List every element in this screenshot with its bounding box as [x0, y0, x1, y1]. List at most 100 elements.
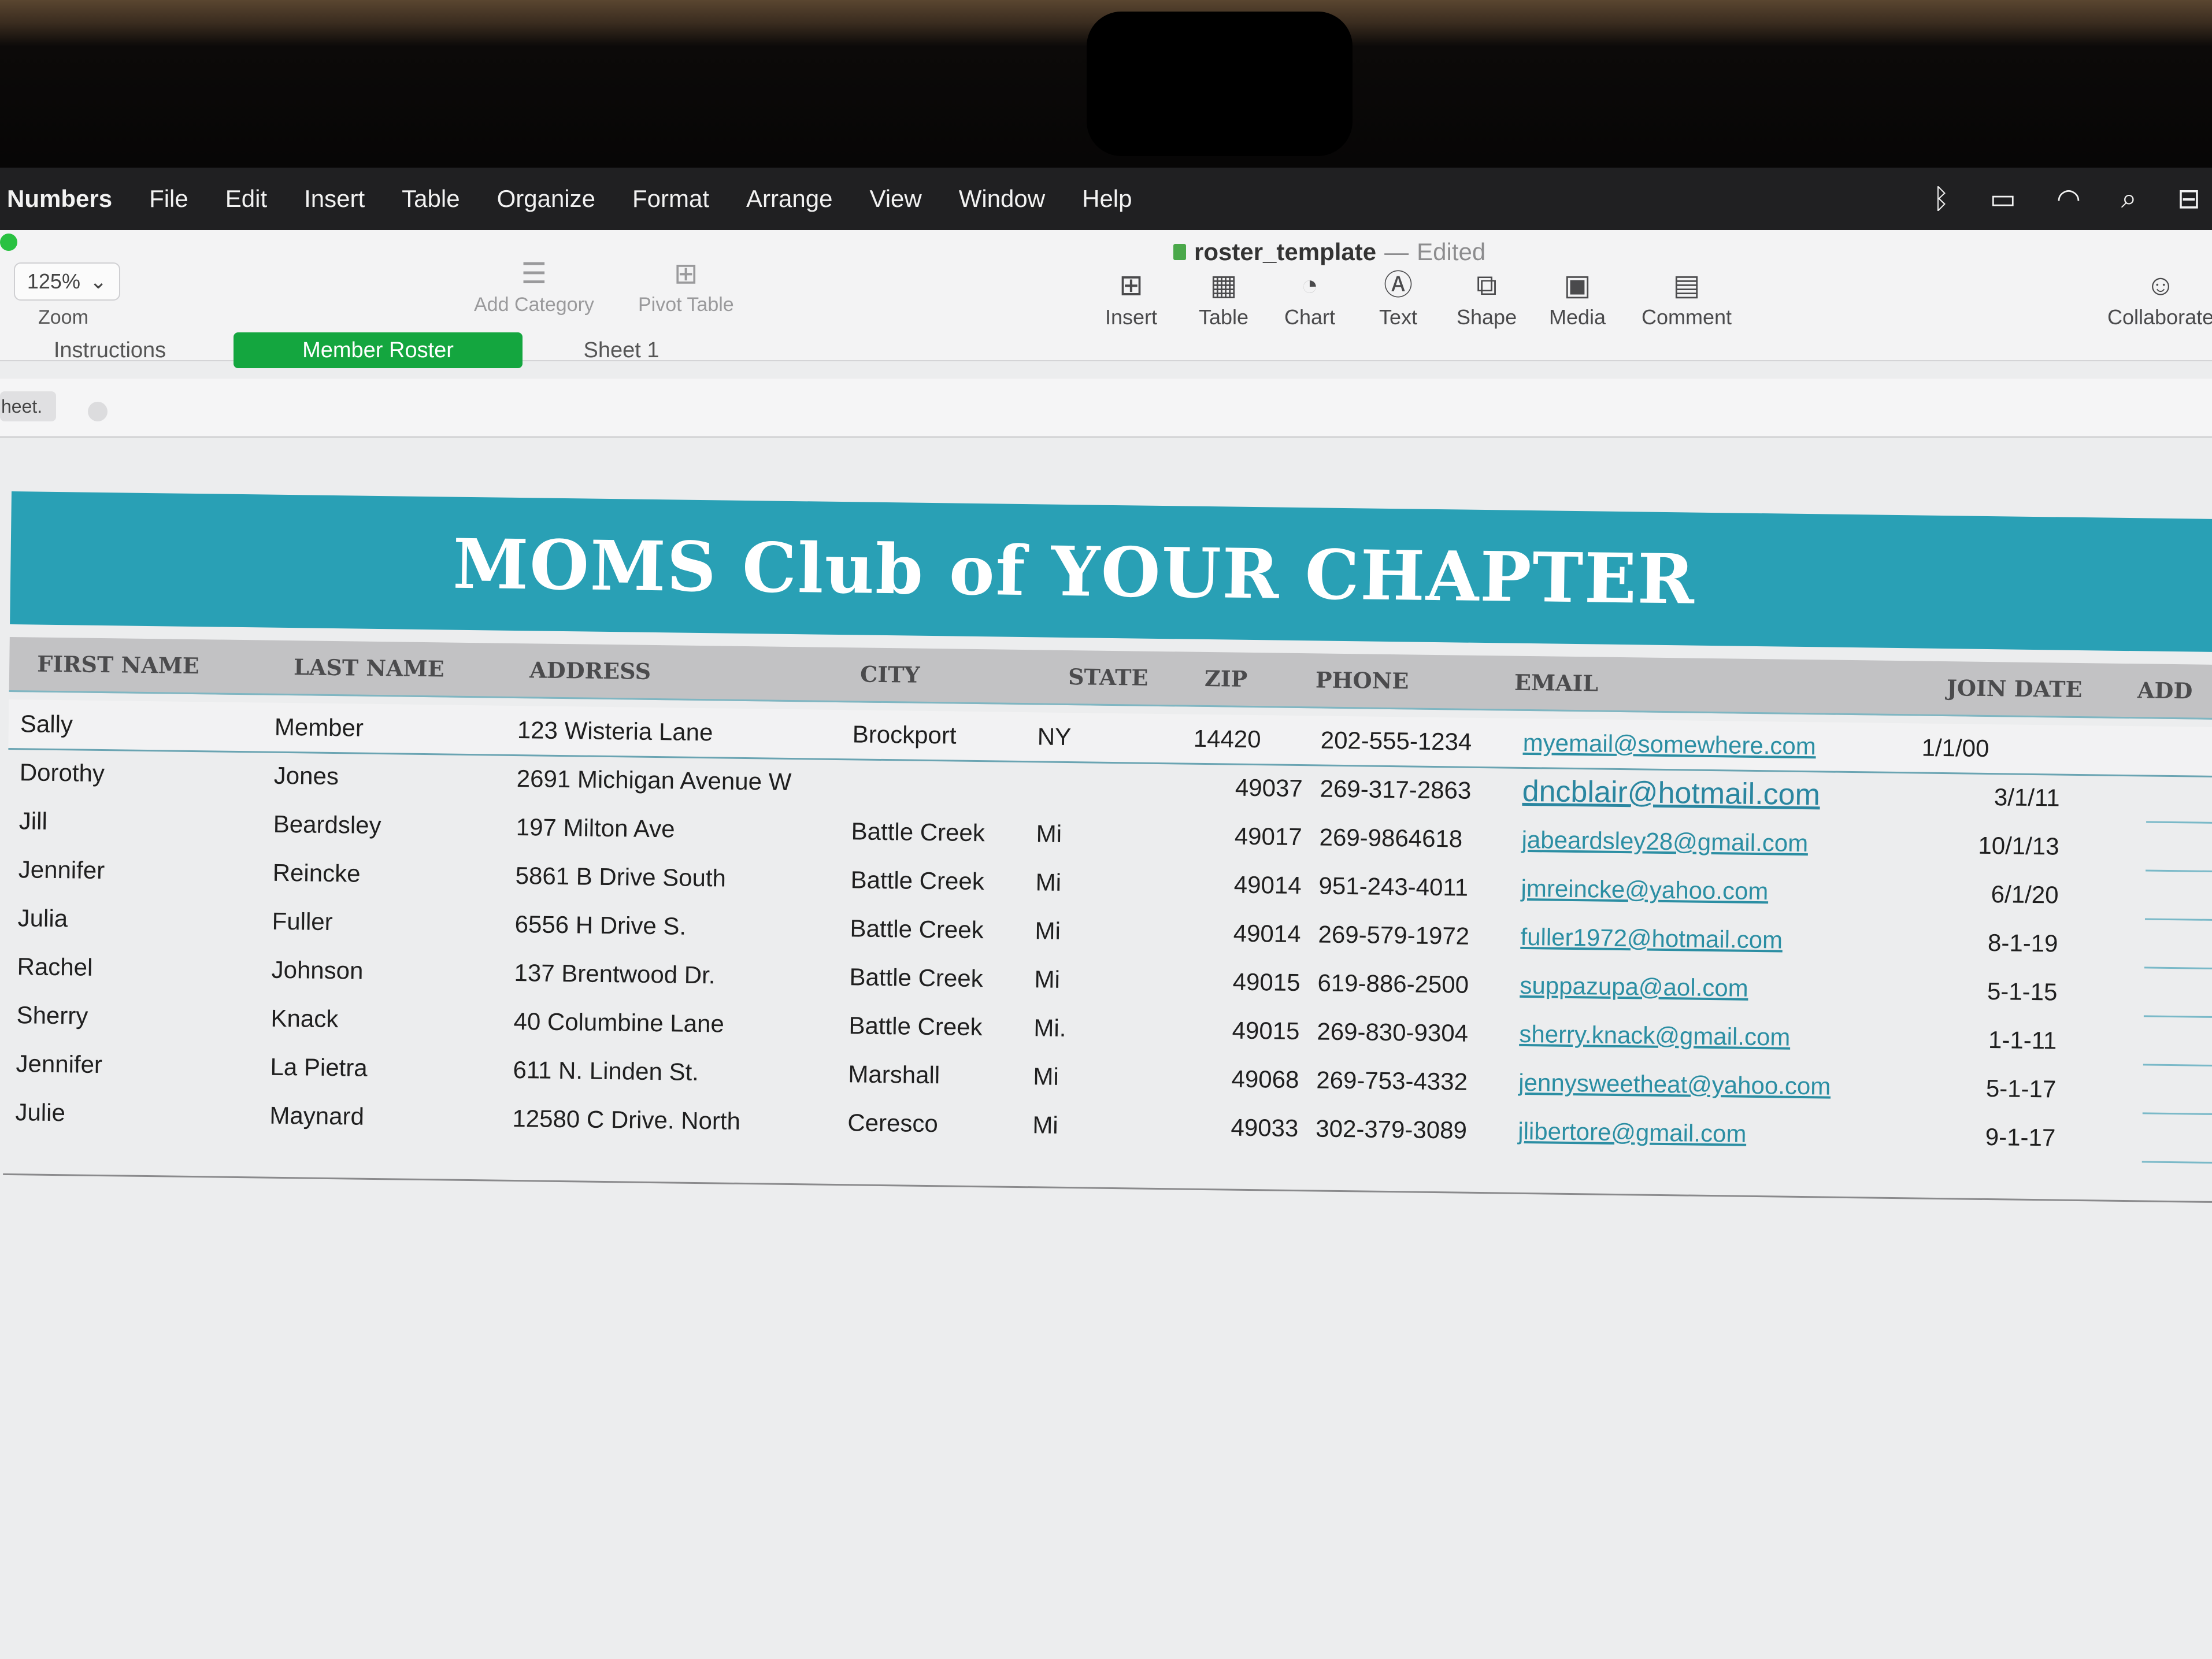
chart-button[interactable]: ◔ Chart: [1284, 265, 1335, 329]
cell-state[interactable]: Mi: [1033, 1052, 1149, 1102]
menu-table[interactable]: Table: [383, 185, 478, 213]
cell-phone[interactable]: 269-9864618: [1319, 813, 1505, 864]
menu-arrange[interactable]: Arrange: [728, 185, 851, 213]
cell-join-date[interactable]: 3/1/11: [1921, 772, 2060, 823]
cell-state[interactable]: Mi: [1034, 955, 1150, 1005]
menu-insert[interactable]: Insert: [286, 185, 383, 213]
cell-first-name[interactable]: Sherry: [16, 991, 225, 1042]
menu-format[interactable]: Format: [614, 185, 728, 213]
tab-instructions[interactable]: Instructions: [23, 332, 197, 368]
cell-email[interactable]: jennysweetheat@yahoo.com: [1518, 1058, 1912, 1112]
cell-state[interactable]: Mi: [1035, 906, 1151, 957]
app-menu[interactable]: Numbers: [0, 185, 131, 213]
pivot-table-button[interactable]: ⊞ Pivot Table: [638, 253, 734, 316]
cell-city[interactable]: Battle Creek: [850, 856, 1024, 906]
cell-join-date[interactable]: 1/1/00: [1921, 724, 2061, 774]
cell-city[interactable]: Battle Creek: [849, 1001, 1022, 1052]
bluetooth-icon[interactable]: ᛒ: [1933, 183, 1950, 215]
cell-city[interactable]: Ceresco: [847, 1098, 1021, 1149]
cell-email[interactable]: fuller1972@hotmail.com: [1520, 913, 1914, 966]
cell-join-date[interactable]: 5-1-17: [1917, 1064, 2057, 1114]
cell-zip[interactable]: 49037: [1192, 763, 1303, 813]
comment-button[interactable]: ▤ Comment: [1642, 265, 1732, 329]
header-city[interactable]: CITY: [860, 647, 921, 701]
cell-join-date[interactable]: 5-1-15: [1918, 966, 2058, 1017]
cell-first-name[interactable]: Jill: [18, 797, 227, 848]
cell-zip[interactable]: 49015: [1190, 957, 1300, 1007]
cell-phone[interactable]: 619-886-2500: [1317, 958, 1503, 1009]
cell-city[interactable]: Battle Creek: [850, 904, 1024, 955]
menu-view[interactable]: View: [851, 185, 940, 213]
menu-edit[interactable]: Edit: [207, 185, 286, 213]
cell-state[interactable]: Mi: [1035, 858, 1151, 908]
cell-city[interactable]: Battle Creek: [851, 807, 1025, 858]
wifi-icon[interactable]: ◠: [2057, 183, 2081, 215]
cell-last-name[interactable]: Johnson: [271, 946, 491, 997]
hint-tag[interactable]: heet.: [0, 391, 56, 421]
cell-phone[interactable]: 269-579-1972: [1318, 910, 1503, 961]
cell-last-name[interactable]: Beardsley: [273, 800, 493, 851]
add-category-button[interactable]: ☰ Add Category: [474, 253, 594, 316]
cell-zip[interactable]: 49033: [1188, 1103, 1299, 1153]
cell-first-name[interactable]: Dorothy: [19, 748, 228, 799]
table-button[interactable]: ▦ Table: [1199, 265, 1248, 329]
media-button[interactable]: ▣ Media: [1549, 265, 1606, 329]
cell-address[interactable]: 137 Brentwood Dr.: [514, 949, 838, 1001]
cell-address[interactable]: 611 N. Linden St.: [513, 1046, 837, 1098]
cell-address[interactable]: 197 Milton Ave: [516, 803, 840, 856]
header-address-2[interactable]: ADD: [2137, 664, 2193, 717]
zoom-select[interactable]: 125% ⌄: [14, 262, 120, 301]
cell-email[interactable]: jlibertore@gmail.com: [1518, 1107, 1911, 1161]
cell-phone[interactable]: 202-555-1234: [1320, 716, 1506, 766]
cell-city[interactable]: Brockport: [852, 710, 1026, 761]
cell-last-name[interactable]: Member: [274, 703, 494, 754]
cell-join-date[interactable]: 8-1-19: [1919, 918, 2058, 968]
header-phone[interactable]: PHONE: [1315, 653, 1409, 708]
cell-phone[interactable]: 269-753-4332: [1316, 1056, 1502, 1106]
cell-city[interactable]: Marshall: [848, 1050, 1022, 1101]
cell-join-date[interactable]: 1-1-11: [1918, 1015, 2057, 1065]
cell-join-date[interactable]: 6/1/20: [1920, 869, 2059, 920]
menu-window[interactable]: Window: [940, 185, 1064, 213]
cell-first-name[interactable]: Rachel: [17, 942, 225, 994]
cell-state[interactable]: NY: [1037, 712, 1153, 762]
header-zip[interactable]: ZIP: [1205, 652, 1248, 706]
cell-email[interactable]: dncblair@hotmail.com: [1522, 767, 1915, 821]
window-zoom-button[interactable]: [0, 234, 17, 251]
cell-city[interactable]: Battle Creek: [849, 953, 1023, 1003]
cell-zip[interactable]: 49017: [1192, 812, 1302, 861]
cell-address[interactable]: 2691 Michigan Avenue W: [516, 754, 840, 807]
tab-sheet-1[interactable]: Sheet 1: [555, 332, 688, 368]
cell-email[interactable]: sherry.knack@gmail.com: [1519, 1010, 1913, 1064]
cell-email[interactable]: myemail@somewhere.com: [1522, 719, 1916, 772]
cell-zip[interactable]: 49068: [1189, 1054, 1299, 1104]
cell-state[interactable]: Mi: [1032, 1101, 1148, 1151]
cell-email[interactable]: jmreincke@yahoo.com: [1521, 864, 1914, 918]
cell-address[interactable]: 6556 H Drive S.: [514, 900, 839, 953]
cell-phone[interactable]: 302-379-3089: [1316, 1104, 1501, 1155]
cell-state[interactable]: [1036, 761, 1153, 811]
cell-address[interactable]: 5861 B Drive South: [515, 851, 839, 904]
header-address[interactable]: ADDRESS: [529, 643, 651, 698]
cell-first-name[interactable]: Jennifer: [16, 1039, 224, 1091]
cell-state[interactable]: Mi.: [1033, 1003, 1150, 1054]
cell-last-name[interactable]: Fuller: [272, 897, 492, 949]
menu-file[interactable]: File: [131, 185, 207, 213]
collaborate-button[interactable]: ☺ Collaborate: [2107, 265, 2212, 329]
cell-city[interactable]: [851, 758, 1025, 809]
header-email[interactable]: EMAIL: [1514, 656, 1599, 710]
shape-button[interactable]: ⧉ Shape: [1457, 265, 1517, 329]
cell-first-name[interactable]: Julie: [15, 1088, 224, 1139]
cell-last-name[interactable]: La Pietra: [270, 1043, 490, 1094]
control-center-icon[interactable]: ⊟: [2177, 183, 2200, 215]
menu-help[interactable]: Help: [1064, 185, 1150, 213]
battery-icon[interactable]: ▭: [1990, 183, 2016, 215]
table-title[interactable]: MOMS Club of YOUR CHAPTER: [453, 523, 1696, 619]
cell-last-name[interactable]: Jones: [273, 751, 494, 803]
cell-last-name[interactable]: Maynard: [269, 1091, 490, 1143]
cell-first-name[interactable]: Sally: [20, 699, 228, 751]
cell-address[interactable]: 40 Columbine Lane: [513, 997, 838, 1050]
cell-phone[interactable]: 269-830-9304: [1317, 1007, 1502, 1058]
cell-email[interactable]: jabeardsley28@gmail.com: [1521, 816, 1915, 869]
header-last-name[interactable]: LAST NAME: [294, 640, 445, 695]
